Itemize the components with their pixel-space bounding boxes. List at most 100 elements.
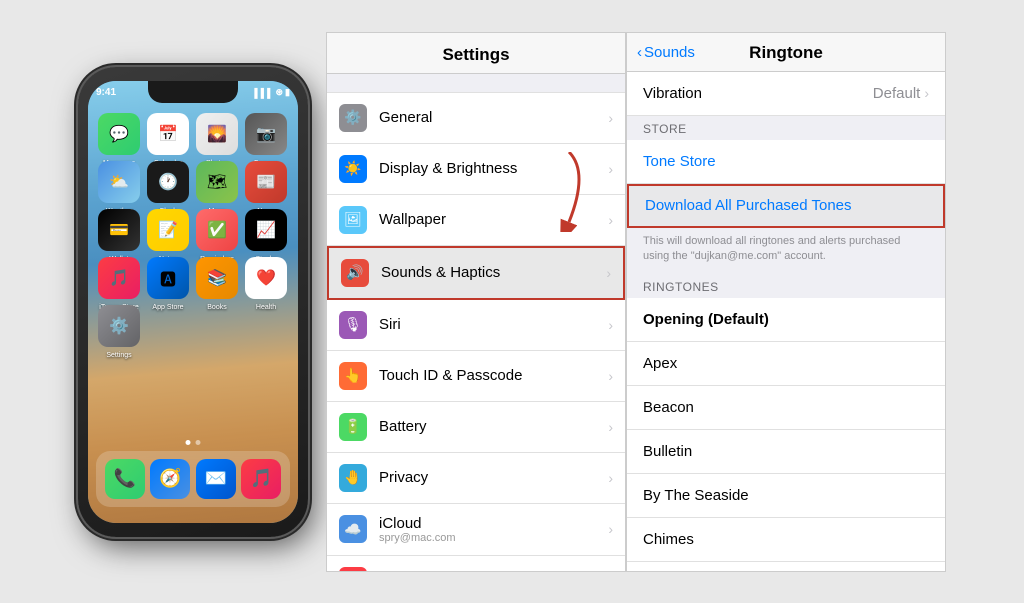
- app-icon-books[interactable]: 📚Books: [196, 257, 238, 299]
- settings-chevron-icon: ›: [608, 212, 613, 228]
- vibration-value: Default: [873, 85, 921, 102]
- store-section-header: STORE: [627, 116, 945, 140]
- settings-icon-symbol: 👆: [344, 367, 361, 384]
- settings-item-text: Display & Brightness: [379, 160, 608, 177]
- vibration-chevron-icon: ›: [924, 85, 929, 101]
- settings-chevron-icon: ›: [608, 521, 613, 537]
- settings-chevron-icon: ›: [608, 470, 613, 486]
- ringtone-tone-chimes[interactable]: Chimes: [627, 518, 945, 562]
- wifi-icon: ⊛: [276, 87, 284, 98]
- settings-item-privacy[interactable]: 🤚 Privacy ›: [327, 453, 625, 504]
- app-icon-weather[interactable]: ⛅Weather: [98, 161, 140, 203]
- settings-item-text: Battery: [379, 418, 608, 435]
- ringtone-panel: ‹ Sounds Ringtone Vibration Default › ST…: [626, 32, 946, 572]
- back-chevron-icon: ‹: [637, 44, 642, 61]
- iphone-time: 9:41: [96, 87, 116, 98]
- settings-icon-symbol: ☀️: [344, 160, 361, 177]
- settings-item-display-and-brightness[interactable]: ☀️ Display & Brightness ›: [327, 144, 625, 195]
- settings-item-text: General: [379, 109, 608, 126]
- settings-chevron-icon: ›: [608, 368, 613, 384]
- settings-list[interactable]: ⚙️ General › ☀️ Display & Brightness › 🖼…: [327, 74, 625, 571]
- settings-chevron-icon: ›: [608, 419, 613, 435]
- settings-icon: ☀️: [339, 155, 367, 183]
- settings-icon-symbol: 🤚: [344, 469, 361, 486]
- settings-chevron-icon: ›: [606, 265, 611, 281]
- settings-item-wallpaper[interactable]: 🖼 Wallpaper ›: [327, 195, 625, 246]
- ringtone-tone-label: Bulletin: [643, 443, 692, 460]
- settings-item-battery[interactable]: 🔋 Battery ›: [327, 402, 625, 453]
- ringtones-section-header: RINGTONES: [627, 274, 945, 298]
- dock-icon-mail[interactable]: ✉️: [196, 459, 236, 499]
- settings-chevron-icon: ›: [608, 317, 613, 333]
- iphone-status-bar: 9:41 ▌▌▌ ⊛ ▮: [96, 83, 290, 103]
- battery-icon: ▮: [285, 87, 290, 98]
- app-icon-messages[interactable]: 💬Messages: [98, 113, 140, 155]
- ringtone-tone-by-the-seaside[interactable]: By The Seaside: [627, 474, 945, 518]
- app-icon-clock[interactable]: 🕐Clock: [147, 161, 189, 203]
- app-icon-itunes-store[interactable]: 🎵iTunes Store: [98, 257, 140, 299]
- app-icon-maps[interactable]: 🗺Maps: [196, 161, 238, 203]
- settings-icon-symbol: ⚙️: [344, 109, 361, 126]
- settings-item-sounds-and-haptics[interactable]: 🔊 Sounds & Haptics ›: [327, 246, 625, 300]
- ringtone-tone-label: Apex: [643, 355, 677, 372]
- page-dot-1: [186, 440, 191, 445]
- app-icon-notes[interactable]: 📝Notes: [147, 209, 189, 251]
- app-icon-camera[interactable]: 📷Camera: [245, 113, 287, 155]
- ringtone-tone-opening-(default)[interactable]: Opening (Default): [627, 298, 945, 342]
- ringtone-back-label: Sounds: [644, 44, 695, 61]
- app-icon-news[interactable]: 📰News: [245, 161, 287, 203]
- vibration-row[interactable]: Vibration Default ›: [627, 72, 945, 116]
- page-dot-2: [196, 440, 201, 445]
- app-icon-health[interactable]: ❤️Health: [245, 257, 287, 299]
- iphone-mockup: 9:41 ▌▌▌ ⊛ ▮ 💬Messages📅Calendar🌄Photos📷C…: [78, 67, 308, 537]
- dock-icon-music[interactable]: 🎵: [241, 459, 281, 499]
- main-container: 9:41 ▌▌▌ ⊛ ▮ 💬Messages📅Calendar🌄Photos📷C…: [58, 0, 966, 603]
- settings-item-itunes-and-app-store[interactable]: 🎵 iTunes & App Store ›: [327, 556, 625, 571]
- app-icon-stocks[interactable]: 📈Stocks: [245, 209, 287, 251]
- settings-item-siri[interactable]: 🎙 Siri ›: [327, 300, 625, 351]
- app-icon-photos[interactable]: 🌄Photos: [196, 113, 238, 155]
- settings-icon: 🔋: [339, 413, 367, 441]
- panels-area: Settings ⚙️ General › ☀️ Display & Brigh…: [326, 32, 946, 572]
- app-icon-wallet[interactable]: 💳Wallet: [98, 209, 140, 251]
- app-icon-calendar[interactable]: 📅Calendar: [147, 113, 189, 155]
- ringtone-content: Vibration Default › STORE Tone Store Dow…: [627, 72, 945, 571]
- vibration-label: Vibration: [643, 85, 873, 102]
- ringtone-tone-bulletin[interactable]: Bulletin: [627, 430, 945, 474]
- settings-icon: 🎵: [339, 567, 367, 571]
- ringtone-tone-beacon[interactable]: Beacon: [627, 386, 945, 430]
- ringtone-tone-label: By The Seaside: [643, 487, 749, 504]
- settings-item-general[interactable]: ⚙️ General ›: [327, 92, 625, 144]
- settings-icon: ☁️: [339, 515, 367, 543]
- download-tones-row[interactable]: Download All Purchased Tones: [627, 184, 945, 228]
- settings-item-icloud[interactable]: ☁️ iCloudspry@mac.com ›: [327, 504, 625, 556]
- ringtone-title: Ringtone: [749, 43, 823, 63]
- settings-icon-symbol: 🖼: [344, 211, 362, 228]
- settings-item-text: Touch ID & Passcode: [379, 367, 608, 384]
- ringtone-tone-label: Opening (Default): [643, 311, 769, 328]
- iphone-body: 9:41 ▌▌▌ ⊛ ▮ 💬Messages📅Calendar🌄Photos📷C…: [78, 67, 308, 537]
- settings-title: Settings: [442, 45, 509, 64]
- settings-item-text: Privacy: [379, 469, 608, 486]
- ringtone-tone-circuit[interactable]: Circuit: [627, 562, 945, 570]
- settings-icon-symbol: 🔋: [344, 418, 361, 435]
- dock-icon-safari[interactable]: 🧭: [150, 459, 190, 499]
- settings-item-subtext: spry@mac.com: [379, 532, 608, 544]
- app-icon-app-store[interactable]: 🅰App Store: [147, 257, 189, 299]
- ringtone-header: ‹ Sounds Ringtone: [627, 33, 945, 72]
- ringtone-tone-apex[interactable]: Apex: [627, 342, 945, 386]
- settings-panel: Settings ⚙️ General › ☀️ Display & Brigh…: [326, 32, 626, 572]
- settings-item-touch-id-and-passcode[interactable]: 👆 Touch ID & Passcode ›: [327, 351, 625, 402]
- settings-item-text: Sounds & Haptics: [381, 264, 606, 281]
- ringtone-back-button[interactable]: ‹ Sounds: [637, 44, 695, 61]
- download-description: This will download all ringtones and ale…: [627, 228, 945, 275]
- tone-store-row[interactable]: Tone Store: [627, 140, 945, 184]
- settings-icon: 🖼: [339, 206, 367, 234]
- app-icon-settings[interactable]: ⚙️Settings: [98, 305, 140, 347]
- iphone-status-icons: ▌▌▌ ⊛ ▮: [254, 87, 290, 98]
- app-icon-reminders[interactable]: ✅Reminders: [196, 209, 238, 251]
- dock-icon-phone[interactable]: 📞: [105, 459, 145, 499]
- settings-chevron-icon: ›: [608, 110, 613, 126]
- settings-icon-symbol: 🔊: [346, 264, 363, 281]
- settings-item-text: Wallpaper: [379, 211, 608, 228]
